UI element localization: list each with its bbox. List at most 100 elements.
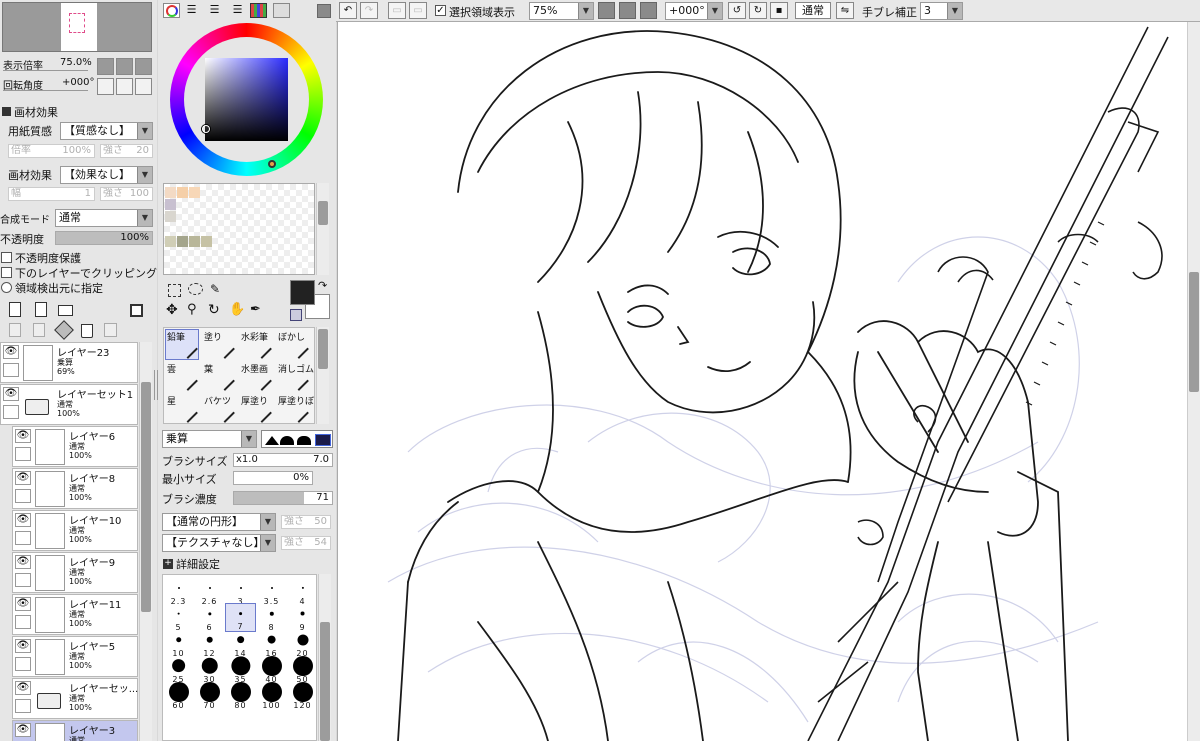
brush-size-preset[interactable]: 2.6 — [194, 577, 225, 606]
expand-icon[interactable]: + — [163, 559, 173, 569]
flip-horizontal-button[interactable]: ⇋ — [836, 2, 854, 19]
eye-icon[interactable]: 👁 — [15, 513, 31, 527]
brush-size-preset[interactable]: 5 — [163, 603, 194, 632]
brush-size-preset[interactable]: 14 — [225, 629, 256, 658]
tool-7[interactable]: 水墨画 — [239, 361, 273, 392]
rotate-left-button[interactable] — [97, 78, 114, 95]
rotation-slider[interactable] — [3, 90, 88, 94]
brush-size-scrollbar[interactable] — [318, 574, 331, 741]
rect-select-icon[interactable] — [168, 284, 181, 297]
hsv-slider-tab[interactable]: ☰ — [206, 3, 223, 18]
preserve-opacity-checkbox[interactable] — [1, 252, 12, 263]
eye-icon[interactable]: 👁 — [15, 681, 31, 695]
layer-row[interactable]: 👁 レイヤー6 通常 100% — [12, 426, 138, 467]
swatch-scrollbar[interactable] — [316, 183, 329, 275]
brush-size-preset[interactable]: 3.5 — [256, 577, 287, 606]
layer-row[interactable]: 👁 レイヤー23 乗算 69% — [0, 342, 138, 383]
lasso-icon[interactable] — [188, 283, 203, 295]
transparent-color-icon[interactable] — [290, 309, 302, 321]
brush-size-preset[interactable]: 25 — [163, 655, 194, 684]
blend-mode-select[interactable]: 通常 ▼ — [55, 209, 153, 227]
clip-below-checkbox[interactable] — [1, 267, 12, 278]
flat-edge-icon[interactable] — [315, 434, 331, 446]
redo-button[interactable]: ↷ — [360, 2, 378, 19]
layer-row[interactable]: 👁 レイヤー9 通常 100% — [12, 552, 138, 593]
collapse-icon[interactable] — [2, 107, 11, 116]
brush-size-preset[interactable]: 80 — [225, 681, 256, 710]
eyedropper-icon[interactable]: ✒ — [250, 302, 266, 318]
canvas-rotate-reset-button[interactable]: ▪ — [770, 2, 788, 19]
brush-size-preset[interactable]: 120 — [287, 681, 316, 710]
eye-icon[interactable]: 👁 — [3, 345, 19, 359]
tool-9[interactable]: 星 — [165, 393, 199, 424]
brush-size-preset[interactable]: 100 — [256, 681, 287, 710]
tool-8[interactable]: 消しゴム — [276, 361, 314, 392]
deselect-button[interactable]: ▭ — [388, 2, 406, 19]
tool-6[interactable]: 葉 — [202, 361, 236, 392]
rotate-right-button[interactable] — [116, 78, 133, 95]
layer-lock-checkbox[interactable] — [15, 699, 31, 713]
layer-lock-checkbox[interactable] — [15, 531, 31, 545]
canvas-rotate-right-button[interactable]: ↻ — [749, 2, 767, 19]
opacity-slider[interactable]: 100% — [55, 231, 153, 245]
layer-lock-checkbox[interactable] — [15, 489, 31, 503]
selection-display-checkbox[interactable]: ✓ — [435, 5, 446, 16]
brush-texture-select[interactable]: 【テクスチャなし】 ▼ — [162, 534, 276, 552]
swatch-8[interactable] — [201, 236, 212, 247]
brush-size-preset[interactable]: 20 — [287, 629, 316, 658]
saturation-value-square[interactable] — [205, 58, 288, 141]
brush-size-preset[interactable]: 7 — [225, 603, 256, 632]
swatch-grid[interactable] — [163, 183, 315, 275]
paper-texture-select[interactable]: 【質感なし】 ▼ — [60, 122, 153, 140]
brush-size-preset[interactable]: 12 — [194, 629, 225, 658]
min-size-slider[interactable]: 0% — [233, 471, 313, 485]
canvas-rotation-select[interactable]: +000° ▼ — [665, 2, 723, 20]
tool-4[interactable]: ぼかし — [276, 329, 310, 360]
layer-row[interactable]: 👁 レイヤー8 通常 100% — [12, 468, 138, 509]
rotate-tool-icon[interactable]: ↻ — [208, 302, 224, 318]
layer-lock-checkbox[interactable] — [15, 615, 31, 629]
canvas-area[interactable] — [337, 22, 1187, 741]
tool-11[interactable]: 厚塗り — [239, 393, 273, 424]
canvas-zoom-select[interactable]: 75% ▼ — [529, 2, 594, 20]
undo-button[interactable]: ↶ — [339, 2, 357, 19]
layer-lock-checkbox[interactable] — [15, 657, 31, 671]
brush-blend-select[interactable]: 乗算 ▼ — [162, 430, 257, 448]
zoom-in-button[interactable] — [116, 58, 133, 75]
tool-1[interactable]: 鉛筆 — [165, 329, 199, 360]
brush-size-preset[interactable]: 70 — [194, 681, 225, 710]
eye-icon[interactable]: 👁 — [15, 471, 31, 485]
canvas-scrollbar[interactable] — [1187, 22, 1200, 741]
brush-size-preset[interactable]: 30 — [194, 655, 225, 684]
color-wheel-tab[interactable] — [163, 3, 180, 18]
zoom-tool-icon[interactable]: ⚲ — [187, 302, 203, 318]
eye-icon[interactable]: 👁 — [15, 429, 31, 443]
canvas-blend-button[interactable]: 通常 — [795, 2, 831, 19]
mid-edge-icon[interactable] — [280, 436, 294, 445]
navigator-thumbnail[interactable] — [2, 2, 152, 52]
swatch-9[interactable] — [165, 236, 176, 247]
new-linework-layer-icon[interactable] — [35, 302, 47, 317]
eye-icon[interactable]: 👁 — [15, 555, 31, 569]
layer-folder[interactable]: 👁 レイヤーセット1 通常 100% — [0, 384, 138, 425]
canvas-zoom-out-button[interactable] — [598, 2, 615, 19]
soft-edge-icon[interactable] — [297, 436, 311, 445]
layer-list-scrollbar[interactable] — [139, 342, 152, 741]
palette-tab[interactable]: ☰ — [229, 3, 246, 18]
tool-5[interactable]: 雲 — [165, 361, 199, 392]
brush-size-preset[interactable]: 16 — [256, 629, 287, 658]
layer-misc-icon[interactable] — [104, 323, 117, 337]
copy-layer-icon[interactable] — [9, 323, 21, 337]
brush-size-preset[interactable]: 8 — [256, 603, 287, 632]
hard-edge-icon[interactable] — [265, 436, 279, 445]
new-layer-icon[interactable] — [9, 302, 21, 317]
selection-source-radio[interactable] — [1, 282, 12, 293]
tool-12[interactable]: 厚塗りぼ — [276, 393, 314, 424]
brush-size-preset[interactable]: 4 — [287, 577, 316, 606]
swatch-4[interactable] — [165, 199, 176, 210]
effect-select[interactable]: 【効果なし】 ▼ — [60, 166, 153, 184]
panel-menu-button[interactable] — [317, 4, 331, 18]
brush-size-preset[interactable]: 9 — [287, 603, 316, 632]
eye-icon[interactable]: 👁 — [15, 723, 31, 737]
rgb-slider-tab[interactable]: ☰ — [183, 3, 200, 18]
